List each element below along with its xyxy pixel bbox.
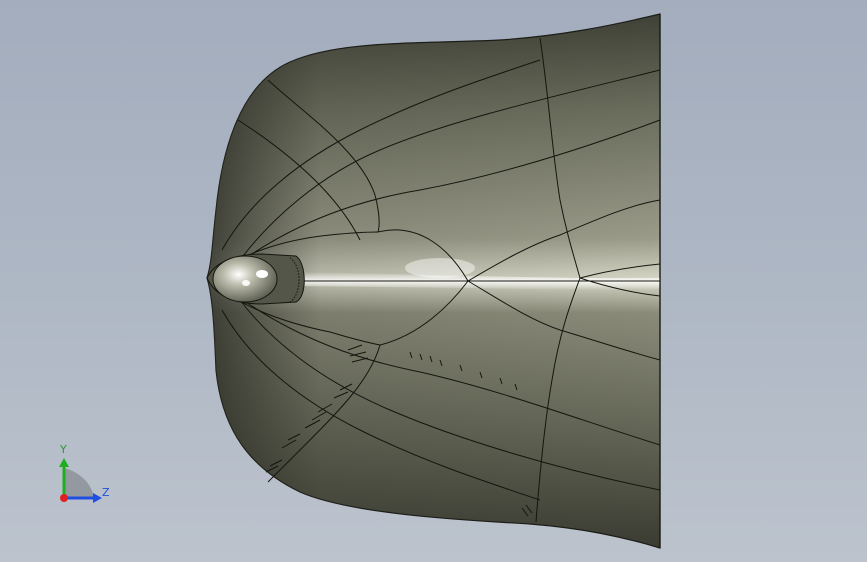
y-axis-arrowhead	[59, 458, 69, 467]
z-axis-label: Z	[102, 486, 110, 499]
cad-viewport[interactable]: Y Z	[0, 0, 867, 562]
x-axis-dot	[60, 494, 68, 502]
y-axis-label: Y	[60, 443, 67, 456]
triad-plane-indicator	[64, 468, 94, 498]
z-axis-arrowhead	[93, 493, 102, 503]
cad-model-surface[interactable]	[0, 0, 867, 562]
